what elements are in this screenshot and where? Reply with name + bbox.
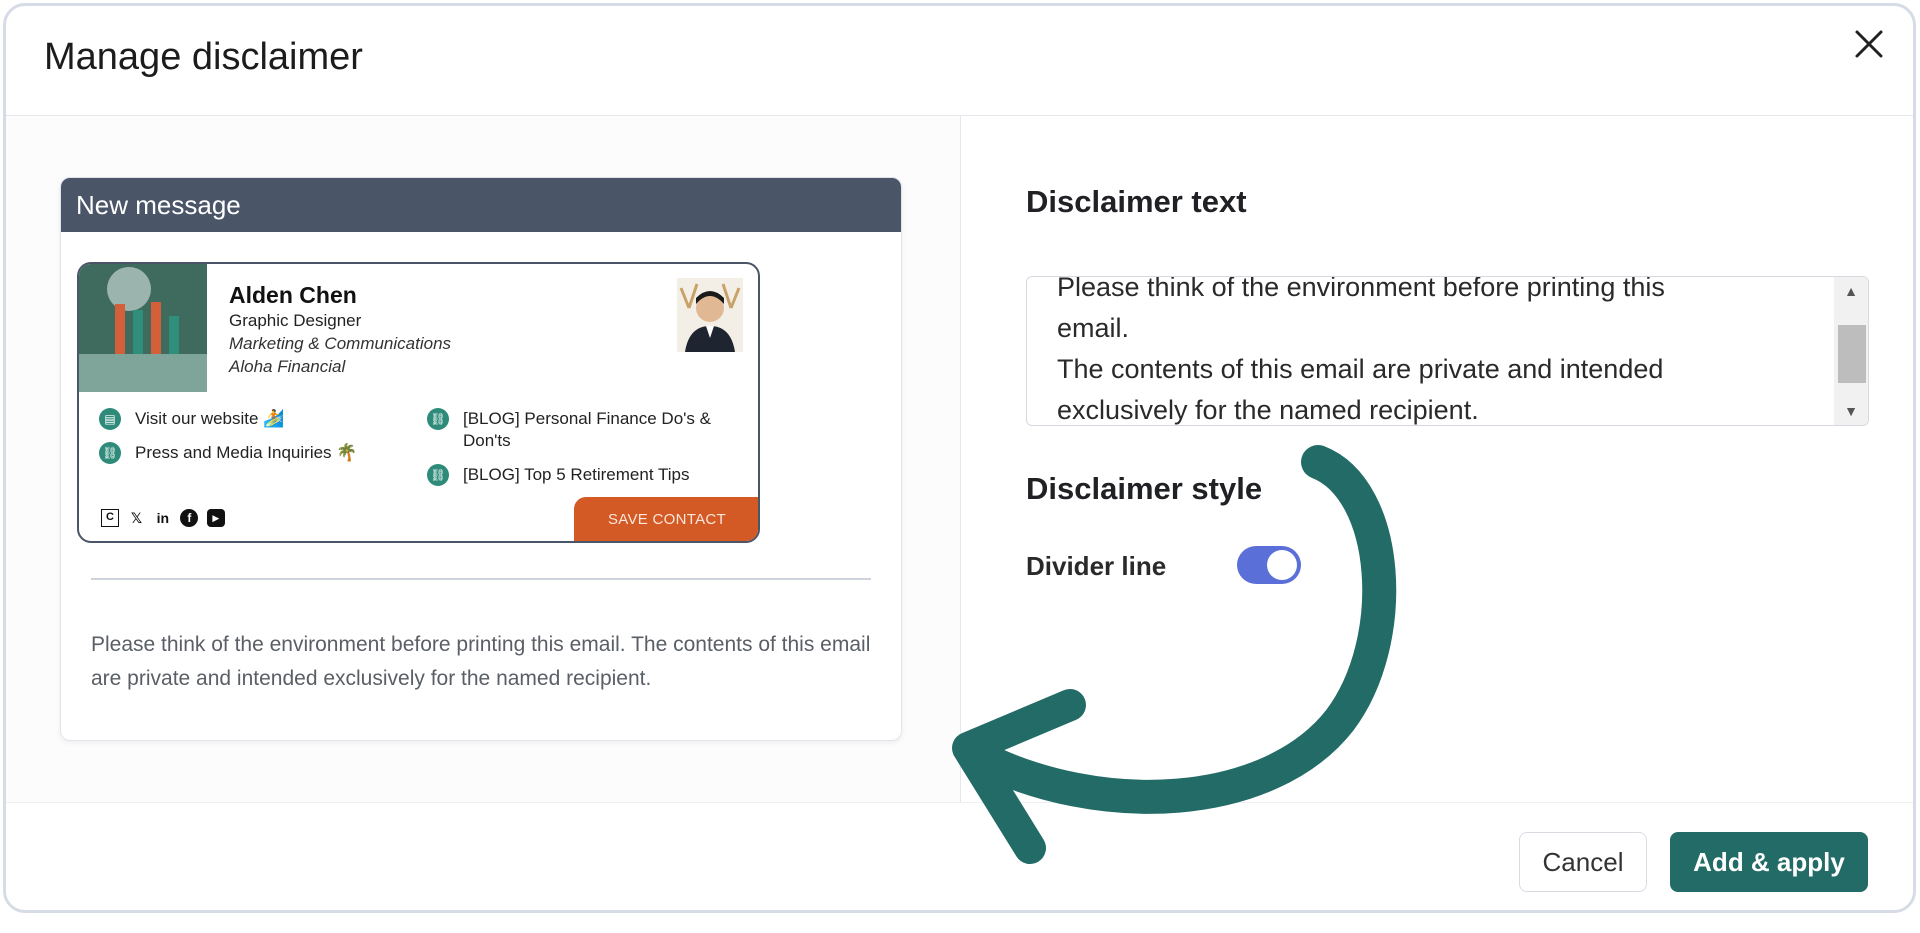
signature-link-press[interactable]: Press and Media Inquiries 🌴 <box>135 442 357 464</box>
save-contact-button[interactable]: SAVE CONTACT <box>574 497 758 541</box>
facebook-icon[interactable]: f <box>180 509 199 527</box>
link-icon: ⛓ <box>427 464 449 486</box>
manage-disclaimer-dialog: Manage disclaimer New message Alden Chen… <box>3 3 1916 913</box>
social-icons: C 𝕏 in f ▶ <box>101 509 229 529</box>
x-icon[interactable]: 𝕏 <box>127 509 145 527</box>
disclaimer-textarea[interactable]: Please think of the environment before p… <box>1026 276 1869 426</box>
scroll-down-icon[interactable]: ▼ <box>1834 399 1868 423</box>
text-line: Please think of the environment before p… <box>1057 276 1665 302</box>
dialog-footer: Cancel Add & apply <box>6 802 1913 910</box>
disclaimer-text-title: Disclaimer text <box>1026 184 1247 219</box>
text-line: email. <box>1057 313 1130 343</box>
linkedin-icon[interactable]: in <box>154 509 172 527</box>
globe-icon: ▤ <box>99 408 121 430</box>
email-signature: Alden Chen Graphic Designer Marketing & … <box>77 262 760 543</box>
signature-link-blog-finance[interactable]: [BLOG] Personal Finance Do's & Don'ts <box>463 408 723 452</box>
scroll-thumb[interactable] <box>1838 325 1866 383</box>
textarea-scrollbar[interactable]: ▲ ▼ <box>1834 277 1868 425</box>
signature-link-blog-retirement[interactable]: [BLOG] Top 5 Retirement Tips <box>463 464 689 486</box>
dialog-title: Manage disclaimer <box>44 36 363 78</box>
disclaimer-textarea-content[interactable]: Please think of the environment before p… <box>1057 276 1817 425</box>
disclaimer-divider-line <box>91 578 871 580</box>
message-preview-card: New message Alden Chen Graphic Designer <box>60 177 902 741</box>
preview-disclaimer-text: Please think of the environment before p… <box>91 633 871 690</box>
signature-role: Graphic Designer <box>229 311 362 330</box>
close-icon[interactable] <box>1849 24 1889 64</box>
divider-line-toggle[interactable] <box>1237 546 1301 584</box>
add-and-apply-button[interactable]: Add & apply <box>1670 832 1868 892</box>
youtube-icon[interactable]: ▶ <box>206 509 225 527</box>
signature-link-website[interactable]: Visit our website 🏄 <box>135 408 284 430</box>
preview-pane: New message Alden Chen Graphic Designer <box>6 116 961 802</box>
text-line: exclusively for the named recipient. <box>1057 395 1479 425</box>
link-icon: ⛓ <box>427 408 449 430</box>
settings-pane: Disclaimer text Please think of the envi… <box>962 116 1913 802</box>
scroll-up-icon[interactable]: ▲ <box>1834 279 1868 303</box>
cancel-button[interactable]: Cancel <box>1519 832 1647 892</box>
divider-line-label: Divider line <box>1026 551 1167 581</box>
signature-department: Marketing & Communications <box>229 334 452 353</box>
calendar-icon[interactable]: C <box>101 509 119 527</box>
company-logo <box>79 264 207 392</box>
signature-company: Aloha Financial <box>229 357 346 376</box>
disclaimer-style-title: Disclaimer style <box>1026 471 1263 506</box>
avatar <box>677 278 743 352</box>
toggle-knob <box>1267 550 1297 580</box>
text-line: The contents of this email are private a… <box>1057 354 1664 384</box>
signature-name: Alden Chen <box>229 282 357 308</box>
preview-header: New message <box>61 178 901 232</box>
link-icon: ⛓ <box>99 442 121 464</box>
dialog-header: Manage disclaimer <box>6 6 1913 116</box>
